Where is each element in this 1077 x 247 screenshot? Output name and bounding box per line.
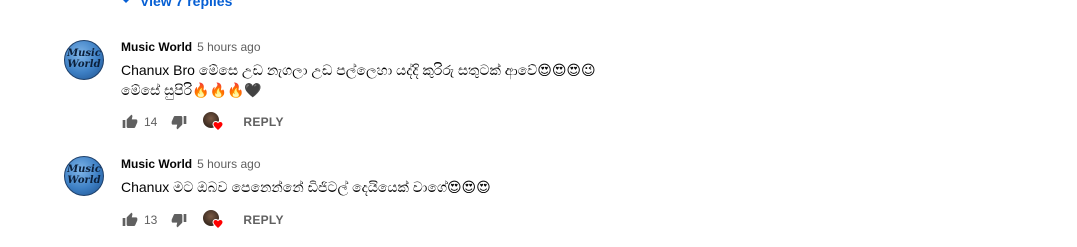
dislike-button[interactable]: [169, 210, 189, 230]
creator-heart: [203, 112, 225, 132]
like-count: 14: [144, 115, 158, 129]
comment-text: Chanux Bro මේසෙ උඩ නැගලා උඩ පල්ලෙහා යද්ද…: [121, 62, 596, 98]
avatar-logo-text: Music World: [67, 48, 101, 70]
avatar[interactable]: Music World: [64, 40, 104, 80]
comment-actions: 14 REPLY: [120, 110, 284, 134]
dislike-button[interactable]: [169, 112, 189, 132]
thumb-down-icon: [172, 116, 187, 130]
reply-button[interactable]: REPLY: [243, 213, 283, 227]
comment-author[interactable]: Music World: [121, 157, 192, 171]
comment-header: Music World 5 hours ago: [121, 157, 261, 173]
thumb-up-icon: [122, 114, 138, 128]
creator-heart-icon: [212, 120, 224, 132]
comment-author[interactable]: Music World: [121, 40, 192, 54]
comment-actions: 13 REPLY: [120, 208, 284, 232]
view-replies-label: View 7 replies: [140, 0, 233, 9]
like-button[interactable]: [120, 210, 140, 230]
avatar-logo-text: Music World: [67, 164, 101, 186]
like-button[interactable]: [120, 112, 140, 132]
comment-time[interactable]: 5 hours ago: [197, 157, 260, 171]
chevron-down-icon: [123, 0, 129, 3]
comment-time[interactable]: 5 hours ago: [197, 40, 260, 54]
comment-text: Chanux මට ඔබව පෙනෙන්නේ ඩිජිටල් දෙයියෙක් …: [121, 179, 491, 195]
creator-heart-icon: [212, 218, 224, 230]
comment-header: Music World 5 hours ago: [121, 40, 261, 56]
creator-heart: [203, 210, 225, 230]
view-replies-button[interactable]: View 7 replies: [120, 0, 232, 9]
reply-button[interactable]: REPLY: [243, 115, 283, 129]
like-count: 13: [144, 213, 158, 227]
thumb-down-icon: [172, 214, 187, 228]
thumb-up-icon: [122, 212, 138, 226]
avatar[interactable]: Music World: [64, 156, 104, 196]
